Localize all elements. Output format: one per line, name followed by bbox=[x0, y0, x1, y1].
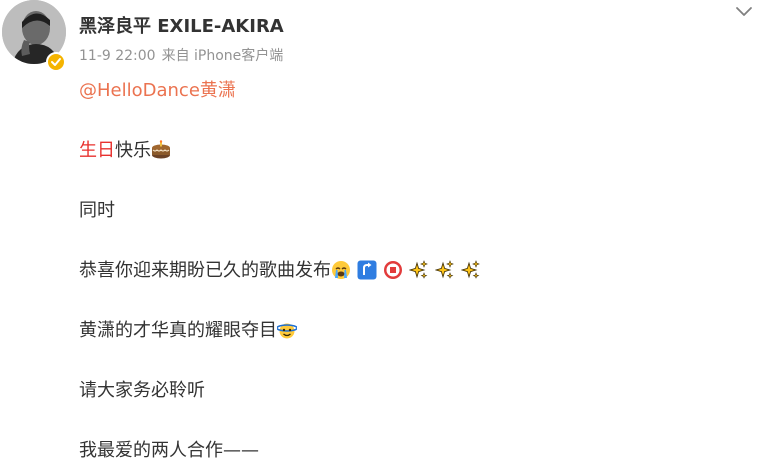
content-line: 请大家务必聆听 bbox=[79, 380, 205, 401]
verified-badge-icon bbox=[46, 52, 66, 72]
chevron-down-icon[interactable] bbox=[734, 4, 754, 20]
content-line-mention: @HelloDance黄潇 bbox=[79, 78, 236, 104]
content-line: 我最爱的两人合作—— bbox=[79, 440, 259, 461]
sparkles-emoji bbox=[461, 260, 481, 280]
content-line-birthday: 生日快乐 bbox=[79, 138, 177, 164]
content-line-release: 恭喜你迎来期盼已久的歌曲发布 bbox=[79, 258, 487, 284]
dazzled-face-emoji bbox=[277, 320, 297, 340]
content-line-talent: 黄潇的才华真的耀眼夺目 bbox=[79, 318, 303, 344]
content-text: 恭喜你迎来期盼已久的歌曲发布 bbox=[79, 260, 331, 281]
blessing-emoji bbox=[383, 260, 403, 280]
highlight-text: 生日 bbox=[79, 140, 115, 161]
weibo-post: 黑泽良平 EXILE-AKIRA 11-9 22:00 来自 iPhone客户端 … bbox=[0, 0, 775, 474]
source-prefix: 来自 bbox=[161, 48, 190, 64]
content-text: 黄潇的才华真的耀眼夺目 bbox=[79, 320, 277, 341]
content-text: 快乐 bbox=[115, 140, 151, 161]
cake-emoji bbox=[151, 140, 171, 160]
content-line: 同时 bbox=[79, 200, 115, 221]
sparkles-emoji bbox=[409, 260, 429, 280]
crying-face-emoji bbox=[331, 260, 351, 280]
sparkles-emoji bbox=[435, 260, 455, 280]
post-time[interactable]: 11-9 22:00 bbox=[79, 48, 156, 64]
post-source: iPhone客户端 bbox=[194, 48, 284, 64]
post-meta: 11-9 22:00 来自 iPhone客户端 bbox=[79, 45, 283, 65]
mention-link[interactable]: @HelloDance黄潇 bbox=[79, 80, 236, 101]
arrow-up-emoji bbox=[357, 260, 377, 280]
author-name[interactable]: 黑泽良平 EXILE-AKIRA bbox=[79, 12, 284, 38]
